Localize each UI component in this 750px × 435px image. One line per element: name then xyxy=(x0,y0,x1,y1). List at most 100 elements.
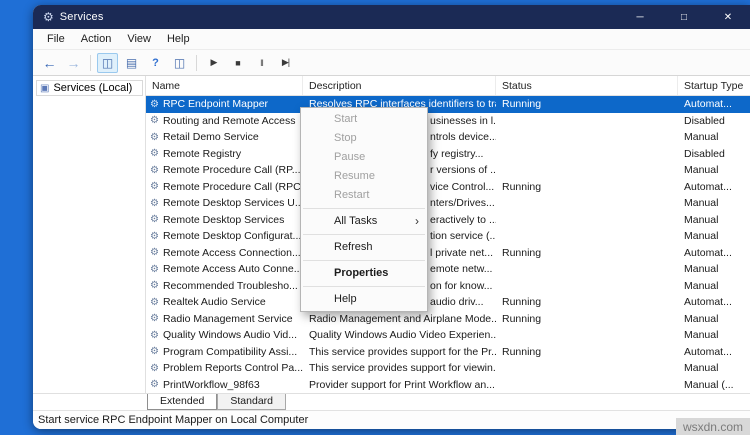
service-gear-icon: ⚙ xyxy=(150,98,159,110)
service-name: Realtek Audio Service xyxy=(162,296,266,309)
service-description-cell: This service provides support for viewin… xyxy=(309,362,496,375)
tab-standard[interactable]: Standard xyxy=(217,394,286,410)
service-row[interactable]: ⚙ Retail Demo Service ntrols device... Manu… xyxy=(146,129,750,146)
menu-file[interactable]: File xyxy=(39,31,73,47)
tab-extended[interactable]: Extended xyxy=(147,394,218,410)
forward-arrow-icon[interactable]: → xyxy=(63,53,84,73)
service-row[interactable]: ⚙ PrintWorkflow_98f63 Provider support for… xyxy=(146,377,750,394)
service-name-cell: ⚙ Remote Registry xyxy=(146,148,303,160)
service-startup-cell: Automat... xyxy=(684,345,732,358)
context-menu-separator xyxy=(303,208,425,209)
service-name: Problem Reports Control Pa... xyxy=(162,362,303,375)
service-row[interactable]: ⚙ Routing and Remote Access usinesses in l… xyxy=(146,113,750,130)
menu-bar: File Action View Help xyxy=(33,29,750,50)
service-description-cell: This service provides support for the Pr… xyxy=(309,345,496,358)
service-startup-cell: Manual xyxy=(684,230,719,243)
tree-item-services-local[interactable]: ▣ Services (Local) xyxy=(36,80,143,96)
service-name-cell: ⚙ Quality Windows Audio Vid... xyxy=(146,329,303,341)
column-header-startup-type[interactable]: Startup Type xyxy=(678,76,750,95)
service-row[interactable]: ⚙ Remote Desktop Services eractively to ..… xyxy=(146,212,750,229)
service-name-cell: ⚙ Radio Management Service xyxy=(146,313,303,325)
service-name-cell: ⚙ Problem Reports Control Pa... xyxy=(146,362,303,374)
service-row[interactable]: ⚙ Remote Access Auto Conne... emote netw..… xyxy=(146,261,750,278)
service-name-cell: ⚙ Remote Desktop Configurat... xyxy=(146,230,303,242)
column-header-name[interactable]: Name xyxy=(146,76,303,95)
service-row[interactable]: ⚙ RPC Endpoint Mapper Resolves RPC interfa… xyxy=(146,96,750,113)
service-name-cell: ⚙ PrintWorkflow_98f63 xyxy=(146,379,303,391)
watermark: wsxdn.com xyxy=(675,418,750,435)
pause-service-icon[interactable]: ‖ xyxy=(251,53,272,73)
console-tree-panel: ▣ Services (Local) xyxy=(33,76,146,393)
service-startup-cell: Manual xyxy=(684,213,719,226)
stop-service-icon[interactable]: ■ xyxy=(227,53,248,73)
service-gear-icon: ⚙ xyxy=(150,263,159,275)
maximize-button[interactable]: □ xyxy=(662,5,706,29)
services-app-icon: ⚙ xyxy=(43,10,54,24)
service-gear-icon: ⚙ xyxy=(150,148,159,160)
service-description-cell: Radio Management and Airplane Mode... xyxy=(309,312,496,325)
service-row[interactable]: ⚙ Problem Reports Control Pa... This servi… xyxy=(146,360,750,377)
context-menu-separator xyxy=(303,234,425,235)
minimize-button[interactable]: ─ xyxy=(618,5,662,29)
context-menu-item-all-tasks[interactable]: All Tasks › xyxy=(301,212,427,231)
context-menu-item-help[interactable]: Help xyxy=(301,290,427,309)
service-status-cell: Running xyxy=(502,180,542,193)
export-list-icon[interactable]: ▤ xyxy=(121,53,142,73)
service-name: Remote Registry xyxy=(162,147,242,160)
window-title: Services xyxy=(59,11,104,23)
service-row[interactable]: ⚙ Remote Procedure Call (RPC) vice Control… xyxy=(146,179,750,196)
restart-service-icon[interactable]: ▶| xyxy=(275,53,296,73)
context-menu-item-properties[interactable]: Properties xyxy=(301,264,427,283)
service-name-cell: ⚙ RPC Endpoint Mapper xyxy=(146,98,303,110)
service-gear-icon: ⚙ xyxy=(150,313,159,325)
menu-action[interactable]: Action xyxy=(73,31,120,47)
service-row[interactable]: ⚙ Recommended Troublesho... on for know...… xyxy=(146,278,750,295)
service-gear-icon: ⚙ xyxy=(150,230,159,242)
menu-view[interactable]: View xyxy=(119,31,159,47)
service-row[interactable]: ⚙ Remote Access Connection... l private ne… xyxy=(146,245,750,262)
service-row[interactable]: ⚙ Radio Management Service Radio Managemen… xyxy=(146,311,750,328)
service-row[interactable]: ⚙ Quality Windows Audio Vid... Quality Win… xyxy=(146,327,750,344)
service-startup-cell: Manual xyxy=(684,197,719,210)
column-header-status[interactable]: Status xyxy=(496,76,678,95)
show-console-tree-icon[interactable]: ◫ xyxy=(97,52,118,73)
list-header: Name Description Status Startup Type xyxy=(146,76,750,96)
service-name: Remote Procedure Call (RPC) xyxy=(162,180,303,193)
service-startup-cell: Manual xyxy=(684,279,719,292)
service-name-cell: ⚙ Program Compatibility Assi... xyxy=(146,346,303,358)
service-row[interactable]: ⚙ Remote Procedure Call (RP... r versions … xyxy=(146,162,750,179)
service-name: Recommended Troublesho... xyxy=(162,279,298,292)
service-name: Program Compatibility Assi... xyxy=(162,345,298,358)
toolbar-separator xyxy=(196,54,197,71)
service-gear-icon: ⚙ xyxy=(150,247,159,259)
service-name: Remote Desktop Configurat... xyxy=(162,230,302,243)
service-name-cell: ⚙ Retail Demo Service xyxy=(146,131,303,143)
service-name-cell: ⚙ Routing and Remote Access xyxy=(146,115,303,127)
service-startup-cell: Manual xyxy=(684,164,719,177)
back-arrow-icon[interactable]: ← xyxy=(39,53,60,73)
service-gear-icon: ⚙ xyxy=(150,115,159,127)
help-icon[interactable]: ? xyxy=(145,53,166,73)
service-name-cell: ⚙ Remote Procedure Call (RPC) xyxy=(146,181,303,193)
service-row[interactable]: ⚙ Program Compatibility Assi... This servi… xyxy=(146,344,750,361)
column-header-description[interactable]: Description xyxy=(303,76,496,95)
service-startup-cell: Disabled xyxy=(684,114,725,127)
service-row[interactable]: ⚙ Realtek Audio Service audio driv... Runni… xyxy=(146,294,750,311)
service-gear-icon: ⚙ xyxy=(150,296,159,308)
context-menu-item-refresh[interactable]: Refresh xyxy=(301,238,427,257)
service-row[interactable]: ⚙ Remote Registry fy registry... Disabled xyxy=(146,146,750,163)
service-startup-cell: Automat... xyxy=(684,180,732,193)
service-name-cell: ⚙ Remote Access Auto Conne... xyxy=(146,263,303,275)
service-row[interactable]: ⚙ Remote Desktop Services U... nters/Drive… xyxy=(146,195,750,212)
service-status-cell: Running xyxy=(502,345,542,358)
service-row[interactable]: ⚙ Remote Desktop Configurat... tion servic… xyxy=(146,228,750,245)
service-status-cell: Running xyxy=(502,312,542,325)
service-name: Retail Demo Service xyxy=(162,131,259,144)
console-window-icon[interactable]: ◫ xyxy=(169,53,190,73)
toolbar: ← → ◫ ▤? ◫ ▶ ■ ‖ ▶| xyxy=(33,50,750,76)
close-button[interactable]: ✕ xyxy=(706,5,750,29)
service-gear-icon: ⚙ xyxy=(150,164,159,176)
service-startup-cell: Manual xyxy=(684,312,719,325)
menu-help[interactable]: Help xyxy=(159,31,198,47)
start-service-icon[interactable]: ▶ xyxy=(203,53,224,73)
